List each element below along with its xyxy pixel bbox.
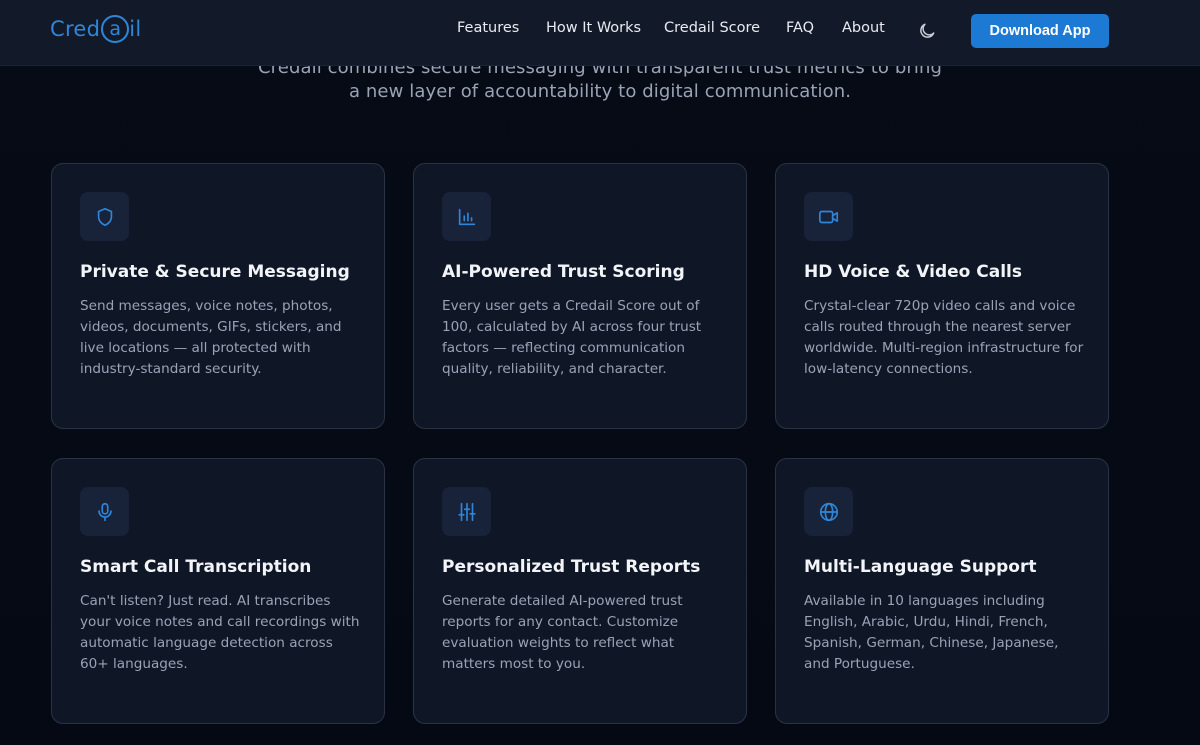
- globe-icon: [819, 502, 838, 521]
- bar-chart-icon: [458, 208, 475, 225]
- intro-line-2: a new layer of accountability to digital…: [348, 81, 852, 102]
- feature-description: Can't listen? Just read. AI transcribes …: [80, 593, 360, 672]
- feature-card-multi-language: Multi-Language Support Available in 10 l…: [775, 458, 1109, 724]
- feature-icon-box: [80, 192, 129, 241]
- feature-title: Personalized Trust Reports: [442, 557, 701, 577]
- nav-credail-score[interactable]: Credail Score: [664, 20, 760, 36]
- feature-card-call-transcription: Smart Call Transcription Can't listen? J…: [51, 458, 385, 724]
- feature-title: Smart Call Transcription: [80, 557, 312, 577]
- moon-icon[interactable]: [917, 21, 937, 41]
- nav-faq[interactable]: FAQ: [786, 20, 814, 36]
- feature-icon-box: [804, 487, 853, 536]
- feature-icon-box: [80, 487, 129, 536]
- video-icon: [818, 210, 838, 223]
- feature-title: Multi-Language Support: [804, 557, 1037, 577]
- sliders-icon: [457, 502, 476, 521]
- feature-description: Generate detailed AI-powered trust repor…: [442, 593, 683, 672]
- nav-about[interactable]: About: [842, 20, 885, 36]
- site-header: Cred a il Features How It Works Credail Sc…: [0, 0, 1200, 66]
- feature-title: HD Voice & Video Calls: [804, 262, 1022, 282]
- nav-features[interactable]: Features: [457, 20, 519, 36]
- feature-title: Private & Secure Messaging: [80, 262, 350, 282]
- feature-card-trust-reports: Personalized Trust Reports Generate deta…: [413, 458, 747, 724]
- feature-description: Every user gets a Credail Score out of 1…: [442, 298, 702, 377]
- nav-how-it-works[interactable]: How It Works: [546, 20, 641, 36]
- download-app-button[interactable]: Download App: [971, 14, 1109, 48]
- feature-description: Crystal-clear 720p video calls and voice…: [804, 298, 1084, 377]
- feature-description: Send messages, voice notes, photos, vide…: [80, 298, 342, 377]
- shield-icon: [97, 207, 112, 226]
- feature-title: AI-Powered Trust Scoring: [442, 262, 685, 282]
- feature-card-private-secure-messaging: Private & Secure Messaging Send messages…: [51, 163, 385, 429]
- feature-description: Available in 10 languages including Engl…: [804, 593, 1059, 672]
- feature-icon-box: [442, 192, 491, 241]
- feature-icon-box: [442, 487, 491, 536]
- feature-icon-box: [804, 192, 853, 241]
- feature-card-ai-trust-scoring: AI-Powered Trust Scoring Every user gets…: [413, 163, 747, 429]
- feature-card-hd-voice-video: HD Voice & Video Calls Crystal-clear 720…: [775, 163, 1109, 429]
- page: Credail combines secure messaging with t…: [0, 0, 1200, 745]
- microphone-icon: [97, 502, 112, 521]
